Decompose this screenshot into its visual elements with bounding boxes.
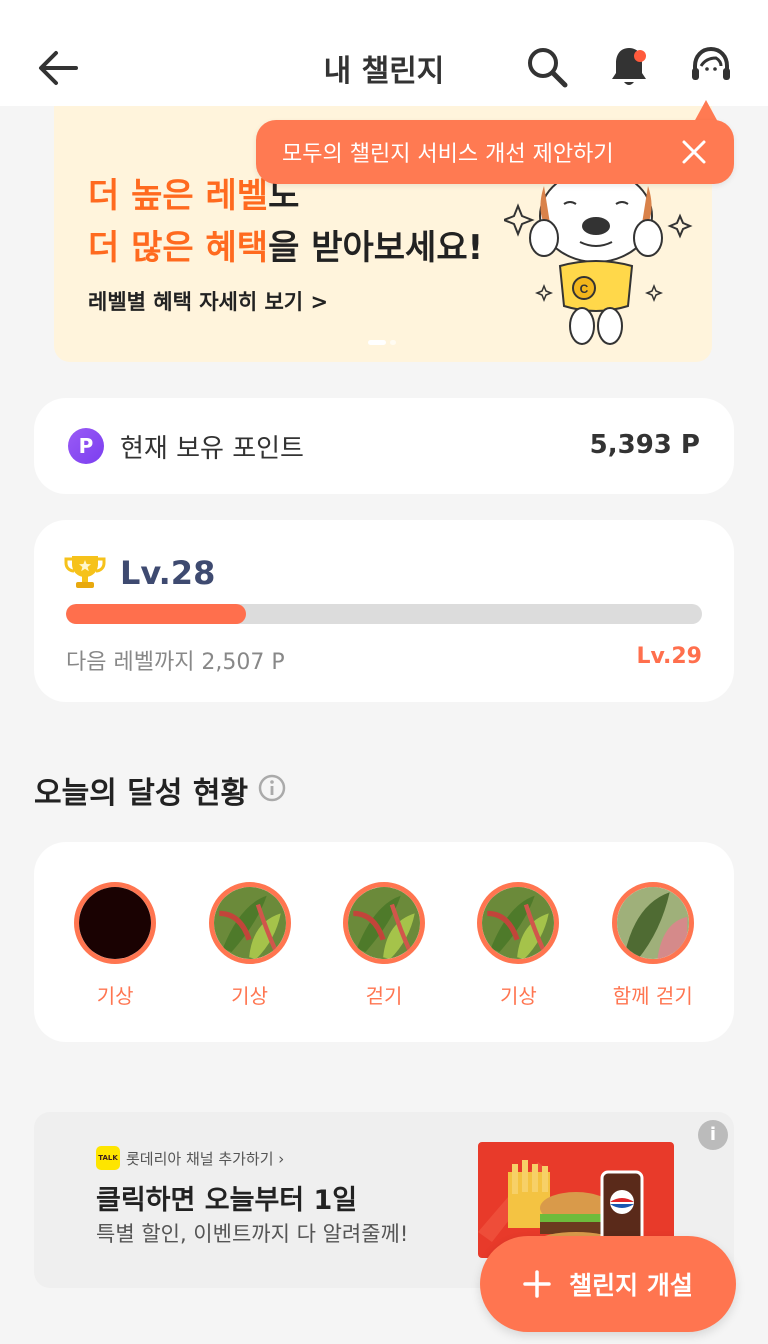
kakaotalk-icon: TALK	[96, 1146, 120, 1170]
pagination-dot-active	[368, 340, 386, 345]
achievement-photo	[477, 882, 560, 964]
achievement-label: 걷기	[365, 984, 403, 1008]
ad-subtitle: 특별 할인, 이벤트까지 다 알려줄께!	[96, 1222, 409, 1246]
notification-button[interactable]	[606, 44, 652, 90]
point-icon: P	[68, 428, 104, 464]
achievement-photo	[74, 882, 157, 964]
ad-title: 클릭하면 오늘부터 1일	[96, 1185, 358, 1216]
trophy-icon	[64, 556, 106, 588]
plus-icon	[523, 1270, 551, 1298]
dog-mascot-icon: C	[504, 176, 693, 345]
create-challenge-label: 챌린지 개설	[569, 1271, 693, 1300]
level-card[interactable]: Lv.28 다음 레벨까지 2,507 P Lv.29	[34, 520, 734, 702]
achievement-photo	[342, 882, 425, 964]
info-icon[interactable]	[258, 774, 286, 802]
create-challenge-button[interactable]: 챌린지 개설	[480, 1236, 736, 1332]
achievement-item[interactable]: 함께 걷기	[593, 882, 713, 1009]
level-progress-bar	[66, 604, 702, 624]
achievement-item[interactable]: 기상	[55, 882, 175, 1009]
page-title: 내 챌린지	[323, 54, 445, 89]
search-button[interactable]	[524, 44, 570, 90]
section-title-achievements: 오늘의 달성 현황	[34, 776, 249, 811]
achievement-label: 기상	[96, 984, 134, 1008]
headset-icon	[692, 46, 730, 80]
achievement-item[interactable]: 기상	[190, 882, 310, 1009]
points-label: 현재 보유 포인트	[120, 434, 304, 464]
feedback-tooltip[interactable]: 모두의 챌린지 서비스 개선 제안하기	[256, 120, 734, 184]
tooltip-text: 모두의 챌린지 서비스 개선 제안하기	[282, 142, 614, 167]
achievement-label: 기상	[231, 984, 268, 1008]
bell-icon	[612, 48, 646, 85]
current-level: Lv.28	[120, 554, 216, 592]
search-icon	[528, 48, 568, 88]
achievement-photo	[208, 882, 291, 964]
close-icon[interactable]	[680, 138, 708, 166]
banner-headline-2: 더 많은 혜택을 받아보세요!	[88, 228, 484, 268]
customer-support-button[interactable]	[688, 44, 734, 90]
svg-text:C: C	[580, 282, 589, 296]
achievement-card: 기상 기상 걷기 기상 함께 걷기	[34, 842, 734, 1042]
ad-channel-link[interactable]: 롯데리아 채널 추가하기 ›	[126, 1148, 284, 1169]
achievement-item[interactable]: 기상	[458, 882, 578, 1009]
points-value: 5,393 P	[589, 430, 700, 460]
pagination-dot	[390, 340, 396, 345]
banner-detail-link[interactable]: 레벨별 혜택 자세히 보기 >	[88, 286, 328, 316]
notification-badge	[634, 50, 646, 62]
current-points-card[interactable]: P 현재 보유 포인트 5,393 P	[34, 398, 734, 494]
achievement-item[interactable]: 걷기	[324, 882, 444, 1009]
app-header: 내 챌린지	[0, 0, 768, 106]
ad-info-icon[interactable]: i	[698, 1120, 728, 1150]
achievement-label: 기상	[499, 984, 537, 1008]
achievement-photo	[611, 882, 694, 964]
banner-pagination	[368, 340, 396, 345]
tooltip-tail	[694, 100, 718, 122]
achievement-list: 기상 기상 걷기 기상 함께 걷기	[34, 882, 734, 1009]
achievement-label: 함께 걷기	[612, 984, 693, 1008]
level-progress-fill	[66, 604, 246, 624]
points-to-next-level: 다음 레벨까지 2,507 P	[66, 650, 285, 675]
next-level: Lv.29	[636, 644, 702, 669]
